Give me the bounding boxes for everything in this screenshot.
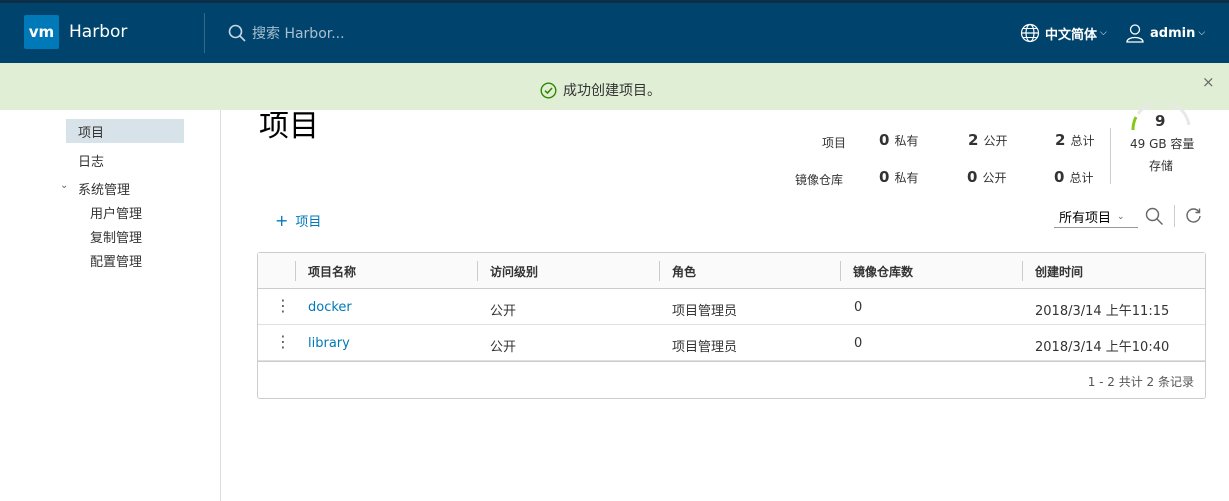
project-name-link[interactable]: docker <box>308 300 352 315</box>
stat-projects-label: 项目 <box>822 136 847 150</box>
stat-repo-public: 0 公开 <box>967 168 1007 186</box>
column-divider <box>659 261 660 281</box>
column-divider <box>1022 261 1023 281</box>
toolbar-divider <box>1174 205 1175 227</box>
role: 项目管理员 <box>672 304 738 319</box>
refresh-icon[interactable] <box>1185 207 1202 224</box>
column-header-access[interactable]: 访问级别 <box>490 263 538 280</box>
user-icon <box>1126 24 1144 43</box>
project-name-link[interactable]: library <box>308 336 350 351</box>
creation-time: 2018/3/14 上午10:40 <box>1035 340 1170 355</box>
close-icon[interactable]: × <box>1202 73 1215 91</box>
chevron-down-icon: ⌄ <box>1117 211 1125 222</box>
column-divider <box>295 261 296 281</box>
stat-repo-total: 0 总计 <box>1054 168 1094 186</box>
chevron-down-icon: ⌵ <box>1198 28 1206 38</box>
language-label: 中文简体 <box>1045 27 1098 43</box>
vmware-logo[interactable]: vm <box>24 15 59 49</box>
column-header-repos[interactable]: 镜像仓库数 <box>853 263 913 280</box>
header-divider <box>204 13 205 53</box>
stat-repo-private: 0 私有 <box>879 168 919 186</box>
sidebar-item-users[interactable]: 用户管理 <box>90 203 142 222</box>
chevron-down-icon: ⌵ <box>1100 28 1107 38</box>
sidebar-item-admin[interactable]: 系统管理 <box>78 179 130 198</box>
filter-selected-value: 所有项目 <box>1059 211 1112 226</box>
user-menu[interactable]: admin ⌵ <box>1125 22 1205 44</box>
column-header-created[interactable]: 创建时间 <box>1035 263 1083 280</box>
access-level: 公开 <box>490 340 517 355</box>
success-alert: 成功创建项目。 × <box>0 63 1229 110</box>
alert-message: 成功创建项目。 <box>540 80 661 100</box>
header-top-line <box>0 0 1229 3</box>
page-title: 项目 <box>259 109 319 144</box>
check-circle-icon <box>540 81 557 99</box>
repo-count: 0 <box>854 300 863 315</box>
sidebar-item-projects[interactable]: 项目 <box>78 122 104 141</box>
sidebar-item-configuration[interactable]: 配置管理 <box>90 251 142 270</box>
sidebar: 项目 日志 ⌄ 系统管理 用户管理 复制管理 配置管理 <box>0 110 221 501</box>
stat-project-total: 2 总计 <box>1055 131 1095 149</box>
table-row: ⋮ docker 公开 项目管理员 0 2018/3/14 上午11:15 <box>258 289 1205 325</box>
stat-repos-label: 镜像仓库 <box>795 173 844 187</box>
top-header: vm Harbor 中文简体 ⌵ admin ⌵ <box>0 0 1229 63</box>
table-row: ⋮ library 公开 项目管理员 0 2018/3/14 上午10:40 <box>258 325 1205 361</box>
chevron-down-icon[interactable]: ⌄ <box>60 180 68 191</box>
repo-count: 0 <box>854 336 863 351</box>
project-filter-select[interactable]: 所有项目 ⌄ <box>1054 206 1138 228</box>
search-icon <box>228 24 246 42</box>
column-header-role[interactable]: 角色 <box>672 263 696 280</box>
table-header: 项目名称 访问级别 角色 镜像仓库数 创建时间 <box>258 253 1205 289</box>
column-header-name[interactable]: 项目名称 <box>308 263 356 280</box>
sidebar-item-replication[interactable]: 复制管理 <box>90 227 142 246</box>
add-project-label: 项目 <box>295 215 322 230</box>
plus-icon: + <box>275 211 289 230</box>
stat-project-private: 0 私有 <box>879 131 919 149</box>
storage-value: 9 <box>1155 112 1166 130</box>
sidebar-item-logs[interactable]: 日志 <box>78 151 104 170</box>
app-name[interactable]: Harbor <box>69 22 127 42</box>
user-name: admin <box>1150 25 1196 41</box>
role: 项目管理员 <box>672 340 738 355</box>
add-project-button[interactable]: + 项目 <box>275 211 321 230</box>
access-level: 公开 <box>490 304 517 319</box>
search-icon[interactable] <box>1145 207 1164 226</box>
global-search-input[interactable] <box>252 23 552 45</box>
language-selector[interactable]: 中文简体 ⌵ <box>1020 22 1107 44</box>
pagination-summary: 1 - 2 共计 2 条记录 <box>1087 375 1194 389</box>
projects-table: 项目名称 访问级别 角色 镜像仓库数 创建时间 ⋮ docker 公开 项目管理… <box>257 252 1206 399</box>
column-divider <box>477 261 478 281</box>
row-actions-icon[interactable]: ⋮ <box>275 333 291 351</box>
stat-divider <box>1110 128 1111 184</box>
stat-project-public: 2 公开 <box>968 131 1008 149</box>
table-footer: 1 - 2 共计 2 条记录 <box>258 361 1205 398</box>
storage-capacity: 49 GB 容量 <box>1130 137 1195 151</box>
row-actions-icon[interactable]: ⋮ <box>275 297 291 315</box>
globe-icon <box>1020 23 1040 43</box>
alert-text: 成功创建项目。 <box>563 83 661 99</box>
storage-label: 存储 <box>1149 159 1174 173</box>
creation-time: 2018/3/14 上午11:15 <box>1035 304 1170 319</box>
column-divider <box>840 261 841 281</box>
